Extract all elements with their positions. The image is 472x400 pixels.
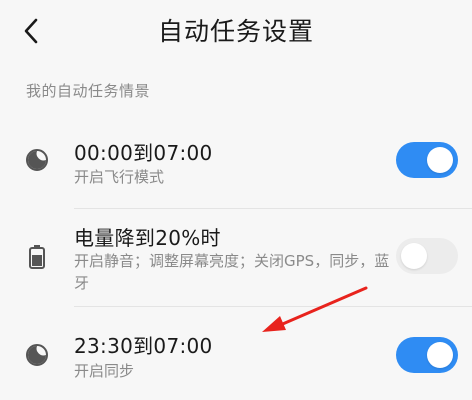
section-label: 我的自动任务情景 [26, 82, 151, 100]
task-subtitle: 开启飞行模式 [74, 168, 165, 186]
toggle-knob [427, 147, 453, 173]
task-toggle[interactable] [396, 337, 458, 373]
page-title: 自动任务设置 [157, 17, 314, 46]
header: 自动任务设置 [0, 0, 472, 62]
task-toggle[interactable] [396, 238, 458, 274]
annotation-arrow [262, 286, 368, 332]
battery-icon [24, 244, 50, 270]
task-title: 00:00到07:00 [74, 141, 213, 165]
toggle-knob [401, 243, 427, 269]
task-title: 电量降到20%时 [74, 226, 221, 250]
task-toggle[interactable] [396, 142, 458, 178]
moon-icon [24, 342, 50, 368]
moon-icon [24, 147, 50, 173]
toggle-knob [427, 342, 453, 368]
divider [74, 208, 472, 209]
task-subtitle: 开启同步 [74, 362, 135, 380]
task-title: 23:30到07:00 [74, 334, 213, 358]
